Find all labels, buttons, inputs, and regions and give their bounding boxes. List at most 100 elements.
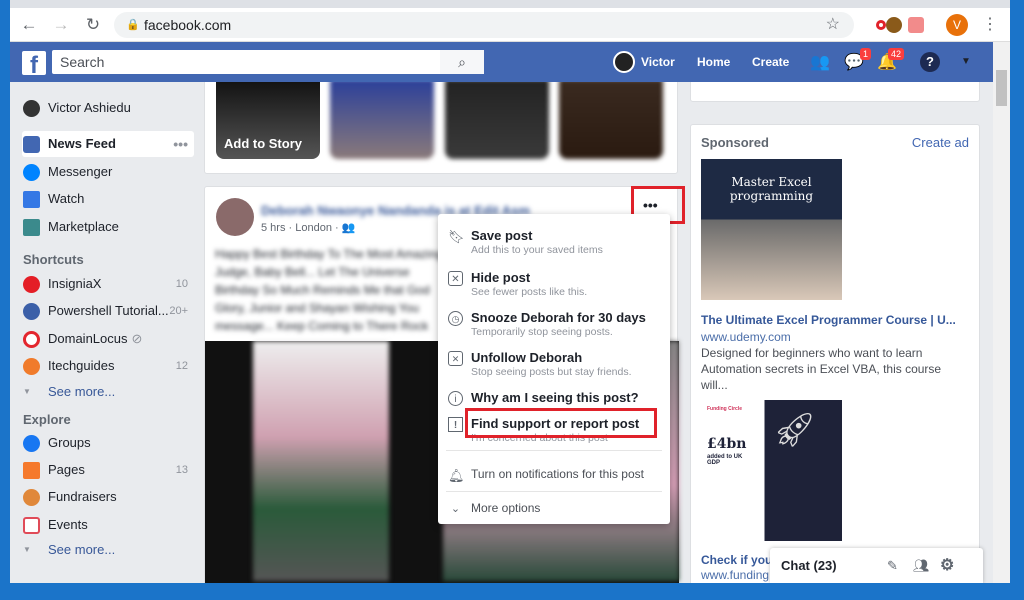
extension-icon[interactable] (886, 17, 902, 33)
browser-toolbar: ← → ↻ 🔒 facebook.com ☆ V ⋮ (10, 8, 1010, 42)
compose-icon[interactable]: ✎ (887, 548, 898, 583)
friends-audience-icon: 👥 (342, 222, 356, 234)
ad-domain[interactable]: www.udemy.com (701, 330, 791, 344)
insigniax-icon (23, 276, 40, 293)
shield-extension-icon[interactable] (908, 17, 924, 33)
explore-pages[interactable]: Pages13 (22, 457, 194, 483)
label: Marketplace (48, 219, 119, 234)
chevron-down-icon: ⌄ (448, 502, 463, 517)
author-avatar[interactable] (216, 198, 254, 236)
count: 10 (176, 271, 188, 297)
sidebar-item-news-feed[interactable]: News Feed ••• (22, 131, 194, 157)
story-tile[interactable] (330, 82, 434, 159)
info-icon: i (448, 391, 463, 406)
ad2-domain[interactable]: www.funding (701, 568, 769, 582)
ad-headline[interactable]: The Ultimate Excel Programmer Course | U… (701, 313, 971, 327)
messenger-icon (23, 164, 40, 181)
search-icon[interactable]: ⌕ (440, 50, 484, 74)
help-icon[interactable]: ? (920, 52, 940, 72)
story-tile[interactable] (445, 82, 549, 159)
title: Unfollow Deborah (471, 350, 670, 365)
extension-icon[interactable] (876, 20, 886, 30)
label: Events (48, 517, 88, 532)
title: Why am I seeing this post? (471, 390, 670, 405)
title: Snooze Deborah for 30 days (471, 310, 670, 325)
ad-image-excel[interactable]: Master Excel programming (701, 159, 842, 300)
sidebar-item-marketplace[interactable]: Marketplace (22, 214, 194, 240)
ad2-headline[interactable]: Check if you (701, 553, 772, 567)
search-input[interactable]: Search ⌕ (52, 50, 484, 74)
explore-events[interactable]: Events (22, 512, 194, 538)
unfollow-icon: ✕ (448, 351, 463, 366)
label: News Feed (48, 136, 116, 151)
shortcut-itechguides[interactable]: Itechguides 12 (22, 353, 194, 379)
menu-snooze[interactable]: ◷Snooze Deborah for 30 daysTemporarily s… (438, 310, 670, 338)
menu-unfollow[interactable]: ✕ Unfollow DeborahStop seeing posts but s… (438, 350, 670, 378)
hidden-eye-icon: ⊘ (132, 331, 143, 346)
label: Itechguides (48, 358, 115, 373)
sidebar-item-messenger[interactable]: Messenger (22, 159, 194, 185)
label: InsigniaX (48, 276, 101, 291)
facebook-logo[interactable]: f (22, 51, 46, 75)
create-ad-link[interactable]: Create ad (912, 135, 969, 150)
subtitle: Stop seeing posts but stay friends. (471, 366, 670, 378)
create-link[interactable]: Create (752, 42, 789, 82)
sidebar-item-watch[interactable]: Watch (22, 186, 194, 212)
chat-bar[interactable]: Chat (23) ✎ 👥︎ ⚙ (770, 548, 983, 583)
account-menu-chevron-icon[interactable]: ▼ (955, 52, 977, 72)
page-body: Victor Ashiedu News Feed ••• Messenger Wa… (10, 82, 993, 583)
count: 12 (176, 353, 188, 379)
label: Powershell Tutorial... (48, 303, 169, 318)
menu-hide-post[interactable]: ✕Hide postSee fewer posts like this. (438, 270, 670, 298)
page-scrollbar[interactable] (993, 42, 1010, 583)
menu-turn-on-notifications[interactable]: 🔔︎Turn on notifications for this post (438, 467, 670, 481)
reload-icon[interactable]: ↻ (82, 14, 104, 36)
bookmark-icon: 🔖︎ (448, 229, 463, 244)
shortcuts-see-more[interactable]: ▼See more... (22, 379, 194, 405)
menu-why-seeing[interactable]: i Why am I seeing this post? (438, 390, 670, 405)
highlight-box (465, 408, 657, 438)
powershell-icon (23, 303, 40, 320)
explore-groups[interactable]: Groups (22, 430, 194, 456)
notifications-icon[interactable]: 🔔42 (876, 52, 898, 72)
user-avatar[interactable] (613, 51, 635, 73)
explore-heading: Explore (23, 412, 71, 427)
browser-menu-icon[interactable]: ⋮ (982, 14, 998, 34)
profile-link[interactable]: Victor (641, 42, 675, 82)
shortcut-domainlocus[interactable]: DomainLocus⊘ (22, 326, 194, 352)
menu-more-options[interactable]: ⌄More options (438, 501, 670, 515)
groups-icon (23, 435, 40, 452)
label: Watch (48, 191, 84, 206)
friend-requests-icon[interactable]: 👥 (809, 52, 831, 72)
ad-image-funding-circle[interactable]: Funding Circle £4bn added to UK GDP 🚀︎ (701, 400, 842, 541)
label: See more... (48, 542, 115, 557)
shortcut-insigniax[interactable]: InsigniaX 10 (22, 271, 194, 297)
explore-fundraisers[interactable]: Fundraisers (22, 484, 194, 510)
count: 20+ (169, 298, 188, 324)
post-timestamp: 5 hrs · London · (261, 222, 339, 234)
post-text: Happy Best Birthday To The Most Amazing … (215, 245, 445, 335)
caret-down-icon: ▼ (23, 537, 40, 554)
report-flag-icon: ! (448, 417, 463, 432)
story-tile[interactable] (559, 82, 663, 159)
bookmark-star-icon[interactable]: ☆ (826, 12, 840, 38)
forward-icon[interactable]: → (50, 14, 72, 36)
title: Hide post (471, 270, 670, 285)
messenger-icon[interactable]: 💬1 (843, 52, 865, 72)
stories-card: Add to Story (204, 82, 678, 174)
new-group-icon[interactable]: 👥︎ (913, 548, 930, 583)
scrollbar-thumb[interactable] (996, 70, 1007, 106)
add-story-tile[interactable]: Add to Story (216, 82, 320, 159)
shortcut-powershell[interactable]: Powershell Tutorial...20+ (22, 298, 194, 324)
back-icon[interactable]: ← (18, 14, 40, 36)
profile-avatar[interactable]: V (946, 14, 968, 36)
messenger-badge: 1 (860, 48, 871, 60)
address-bar[interactable]: 🔒 facebook.com ☆ (114, 12, 854, 38)
menu-save-post[interactable]: 🔖︎Save postAdd this to your saved items (438, 228, 670, 256)
home-link[interactable]: Home (697, 42, 730, 82)
sidebar-profile[interactable]: Victor Ashiedu (22, 95, 194, 121)
more-icon[interactable]: ••• (173, 131, 188, 157)
explore-see-more[interactable]: ▼ See more... (22, 537, 194, 563)
settings-gear-icon[interactable]: ⚙ (940, 548, 954, 583)
label: See more... (48, 384, 115, 399)
